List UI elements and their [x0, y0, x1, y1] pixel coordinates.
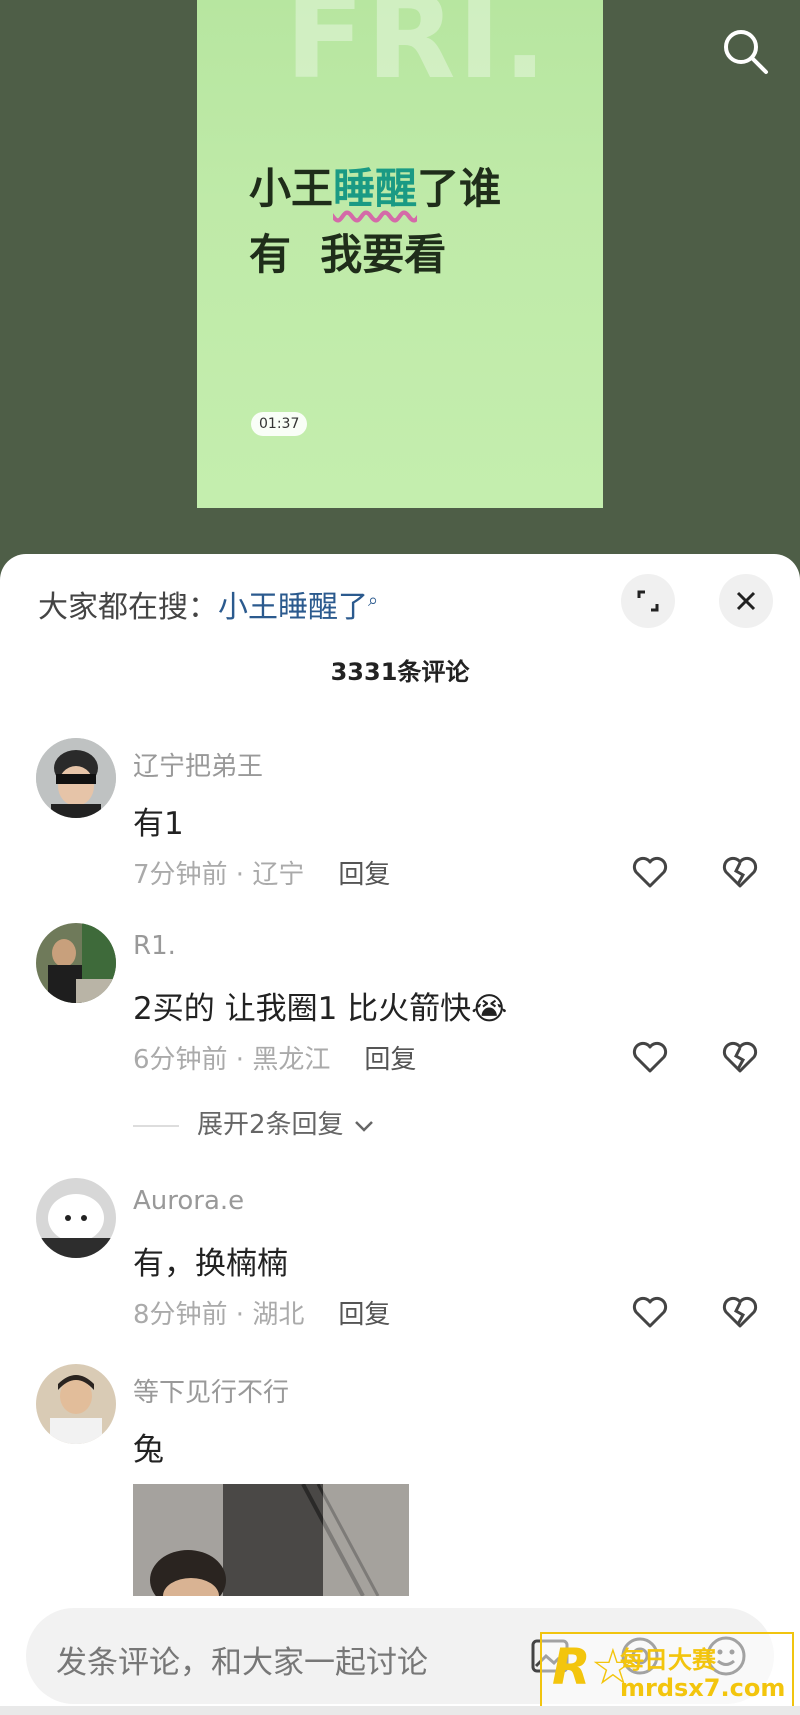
- comment-text: 有，换楠楠: [133, 1246, 288, 1282]
- comment-image[interactable]: [133, 1484, 409, 1596]
- close-icon: [736, 591, 756, 611]
- broken-heart-icon[interactable]: [720, 1037, 760, 1077]
- divider: [133, 1124, 179, 1127]
- watermark-text: 每日大赛: [620, 1646, 716, 1674]
- hot-search[interactable]: 大家都在搜：小王睡醒了⌕: [38, 582, 378, 626]
- heart-icon[interactable]: [630, 1292, 670, 1332]
- avatar[interactable]: [36, 738, 116, 818]
- caption-line2: 有 我要看: [249, 230, 447, 279]
- avatar-image: [36, 923, 116, 1003]
- heart-icon[interactable]: [630, 852, 670, 892]
- comment-panel: 大家都在搜：小王睡醒了⌕ 3331条评论 辽宁把弟王 有1 7分钟前 · 辽宁 …: [0, 554, 800, 1715]
- comment-username[interactable]: 辽宁把弟王: [133, 746, 263, 783]
- comment-time-location: 7分钟前 · 辽宁: [133, 860, 305, 890]
- reply-button[interactable]: 回复: [364, 1045, 416, 1075]
- chevron-down-icon: [354, 1120, 373, 1132]
- video-caption: 小王睡醒了谁 有 我要看: [249, 156, 569, 288]
- hot-search-term[interactable]: 小王睡醒了: [218, 590, 368, 625]
- reply-button[interactable]: 回复: [338, 1300, 390, 1330]
- comment-meta: 8分钟前 · 湖北 回复: [133, 1294, 390, 1331]
- comment-time-location: 6分钟前 · 黑龙江: [133, 1045, 331, 1075]
- search-icon: [724, 30, 768, 74]
- close-button[interactable]: [719, 574, 773, 628]
- comment-meta: 6分钟前 · 黑龙江 回复: [133, 1039, 416, 1076]
- search-button[interactable]: [716, 22, 776, 82]
- video-player[interactable]: FRI. 小王睡醒了谁 有 我要看 01:37: [197, 0, 603, 508]
- reply-button[interactable]: 回复: [338, 860, 390, 890]
- comment-username[interactable]: Aurora.e: [133, 1186, 244, 1216]
- watermark: R☆ 每日大赛 mrdsx7.com: [540, 1632, 794, 1714]
- comment-count: 3331条评论: [330, 658, 470, 686]
- avatar[interactable]: [36, 1364, 116, 1444]
- caption-part-c: 了谁: [417, 164, 502, 213]
- comment-text: 2买的 让我圈1 比火箭快😭: [133, 991, 508, 1027]
- comment-time-location: 8分钟前 · 湖北: [133, 1300, 305, 1330]
- search-mini-icon: ⌕: [368, 590, 379, 611]
- broken-heart-icon[interactable]: [720, 852, 760, 892]
- avatar-image: [36, 738, 116, 818]
- comment-username[interactable]: 等下见行不行: [133, 1372, 289, 1409]
- comment-text: 兔: [133, 1432, 164, 1468]
- comment-text: 有1: [133, 806, 184, 842]
- expand-replies-label: 展开2条回复: [197, 1110, 344, 1140]
- heart-icon[interactable]: [630, 1037, 670, 1077]
- comment-input-placeholder[interactable]: 发条评论，和大家一起讨论: [56, 1637, 428, 1682]
- expand-icon: [637, 590, 659, 612]
- expand-replies-button[interactable]: 展开2条回复: [133, 1104, 376, 1141]
- avatar-image: [36, 1364, 116, 1444]
- video-bg-text: FRI.: [285, 0, 549, 105]
- video-duration: 01:37: [251, 412, 308, 436]
- comment-username[interactable]: R1.: [133, 931, 176, 961]
- bottom-strip: [0, 1706, 800, 1715]
- caption-highlight[interactable]: 睡醒: [333, 164, 417, 213]
- hot-search-label: 大家都在搜：: [38, 590, 218, 625]
- comment-image-content: [133, 1484, 409, 1596]
- avatar[interactable]: [36, 1178, 116, 1258]
- avatar[interactable]: [36, 923, 116, 1003]
- comment-meta: 7分钟前 · 辽宁 回复: [133, 854, 390, 891]
- avatar-image: [36, 1178, 116, 1258]
- broken-heart-icon[interactable]: [720, 1292, 760, 1332]
- watermark-url: mrdsx7.com: [620, 1674, 786, 1702]
- expand-button[interactable]: [621, 574, 675, 628]
- caption-part-a: 小王: [249, 164, 334, 213]
